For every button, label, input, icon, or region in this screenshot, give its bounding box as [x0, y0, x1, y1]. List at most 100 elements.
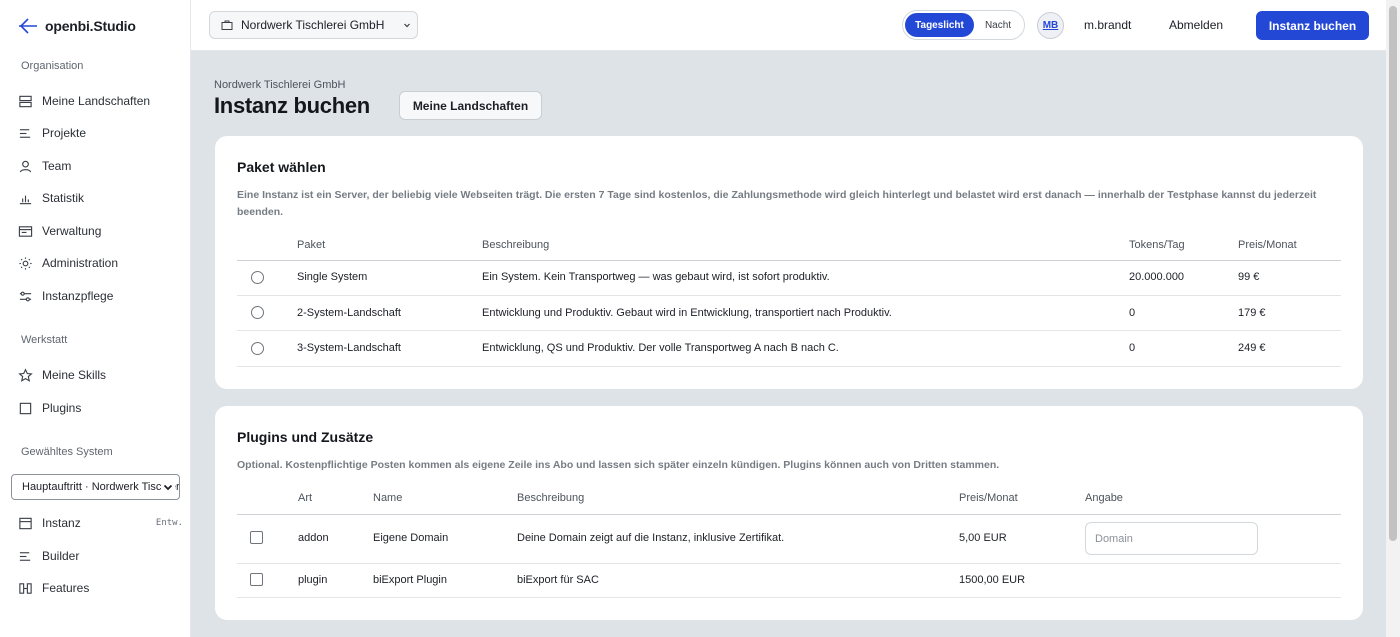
sidebar-item-statistik[interactable]: Statistik [18, 186, 183, 210]
row-divider [237, 597, 1341, 598]
package-radio[interactable] [251, 342, 264, 355]
package-tokens: 0 [1129, 342, 1136, 354]
column-header-preis: Preis/Monat [959, 492, 1018, 504]
plugin-name: Eigene Domain [373, 532, 449, 544]
list-icon [19, 128, 31, 138]
plugin-price: 1500,00 EUR [959, 574, 1026, 586]
plugin-checkbox[interactable] [250, 531, 263, 544]
theme-light-option[interactable]: Tageslicht [905, 13, 974, 37]
sidebar-item-builder[interactable]: Builder [18, 544, 183, 568]
plugin-name: biExport Plugin [373, 574, 447, 586]
column-header-paket: Paket [297, 239, 326, 251]
book-instance-button[interactable]: Instanz buchen [1256, 11, 1369, 40]
sun-icon [19, 256, 32, 270]
system-select[interactable]: Hauptauftritt · Nordwerk Tischlerei [11, 474, 180, 500]
sidebar-item-verwaltung[interactable]: Verwaltung [18, 219, 183, 243]
username: m.brandt [1084, 18, 1132, 32]
package-card: Paket wählen Eine Instanz ist ein Server… [215, 136, 1363, 389]
app-name: openbi.Studio [45, 18, 136, 34]
sidebar-item-administration[interactable]: Administration [18, 251, 183, 275]
column-header-name: Name [373, 492, 403, 504]
column-header-preis: Preis/Monat [1238, 239, 1297, 251]
column-header-angabe: Angabe [1085, 492, 1123, 504]
plugin-description: Deine Domain zeigt auf die Instanz, inkl… [517, 532, 785, 544]
my-landscapes-button[interactable]: Meine Landschaften [399, 91, 542, 120]
column-header-beschreibung: Beschreibung [517, 492, 585, 504]
square-icon [19, 402, 32, 414]
logo-icon [19, 18, 37, 34]
sliders-icon [19, 291, 32, 301]
package-name: 3-System-Landschaft [297, 342, 401, 354]
sidebar-item-meine-skills[interactable]: Meine Skills [18, 363, 183, 387]
chevron-down-icon [404, 23, 411, 28]
plugin-type: plugin [298, 574, 328, 586]
column-header-beschreibung: Beschreibung [482, 239, 550, 251]
sidebar-item-instanzpflege[interactable]: Instanzpflege [18, 284, 183, 308]
sidebar-item-team[interactable]: Team [18, 154, 183, 178]
plugin-type: addon [298, 532, 329, 544]
row-divider [237, 330, 1341, 331]
section-label-organisation: Organisation [21, 60, 84, 72]
plugin-description: biExport für SAC [517, 574, 599, 586]
sidebar: openbi.Studio Organisation Meine Landsch… [0, 0, 191, 637]
sidebar-item-label: Instanzpflege [42, 289, 114, 303]
package-description: Entwicklung und Produktiv. Gebaut wird i… [482, 307, 892, 319]
package-radio[interactable] [251, 271, 264, 284]
server-icon [19, 517, 32, 529]
sidebar-item-label: Meine Skills [42, 368, 107, 382]
page-title: Instanz buchen [214, 93, 370, 118]
row-divider [237, 563, 1341, 564]
stack-icon [19, 95, 32, 107]
avatar[interactable]: MB [1037, 12, 1064, 39]
breadcrumb: Nordwerk Tischlerei GmbH [214, 79, 346, 91]
theme-toggle: Tageslicht Nacht [902, 10, 1025, 40]
sidebar-item-label: Plugins [42, 401, 82, 415]
sidebar-item-label: Statistik [42, 191, 85, 205]
page-scrollbar[interactable] [1386, 0, 1400, 637]
chevron-down-icon [161, 480, 175, 494]
logout-link[interactable]: Abmelden [1169, 18, 1223, 32]
package-price: 249 € [1238, 342, 1266, 354]
list-icon [19, 551, 31, 561]
package-description: Entwicklung, QS und Produktiv. Der volle… [482, 342, 839, 354]
plugin-price: 5,00 EUR [959, 532, 1007, 544]
sidebar-item-label: Meine Landschaften [42, 94, 151, 108]
plugins-card: Plugins und Zusätze Optional. Kostenpfli… [215, 406, 1363, 620]
star-icon [18, 367, 33, 382]
theme-dark-option[interactable]: Nacht [974, 13, 1022, 37]
sidebar-item-features[interactable]: Features [18, 576, 183, 600]
package-tokens: 0 [1129, 307, 1136, 319]
organization-select[interactable]: Nordwerk Tischlerei GmbH [209, 11, 418, 39]
sidebar-item-instanz[interactable]: Instanz Entw. [18, 511, 183, 535]
scrollbar-thumb[interactable] [1389, 6, 1397, 541]
package-card-description: Eine Instanz ist ein Server, der beliebi… [237, 189, 1317, 218]
package-tokens: 20.000.000 [1129, 271, 1185, 283]
table-header-divider [237, 260, 1341, 261]
package-price: 99 € [1238, 271, 1260, 283]
sidebar-item-plugins[interactable]: Plugins [18, 396, 183, 420]
section-label-werkstatt: Werkstatt [21, 334, 68, 346]
package-radio[interactable] [251, 306, 264, 319]
package-name: 2-System-Landschaft [297, 307, 401, 319]
system-select-value: Hauptauftritt · Nordwerk Tischlerei [22, 481, 180, 493]
sidebar-item-label: Instanz [42, 516, 81, 530]
logo[interactable]: openbi.Studio [16, 14, 136, 38]
sidebar-item-meine-landschaften[interactable]: Meine Landschaften [18, 89, 183, 113]
column-header-tokens: Tokens/Tag [1129, 239, 1185, 251]
row-divider [237, 295, 1341, 296]
briefcase-icon [221, 20, 233, 30]
sidebar-item-label: Administration [42, 256, 119, 270]
section-label-gewaehltes-system: Gewähltes System [21, 446, 113, 458]
sidebar-item-label: Projekte [42, 126, 87, 140]
plugin-checkbox[interactable] [250, 573, 263, 586]
plugins-card-title: Plugins und Zusätze [237, 429, 374, 445]
sidebar-item-projekte[interactable]: Projekte [18, 121, 183, 145]
column-header-art: Art [298, 492, 313, 504]
blocks-icon [19, 582, 32, 594]
package-name: Single System [297, 271, 368, 283]
environment-tag: Entw. [155, 518, 183, 528]
row-divider [237, 366, 1341, 367]
sidebar-item-label: Features [42, 581, 90, 595]
table-header-divider [237, 514, 1341, 515]
domain-input[interactable] [1085, 522, 1258, 555]
